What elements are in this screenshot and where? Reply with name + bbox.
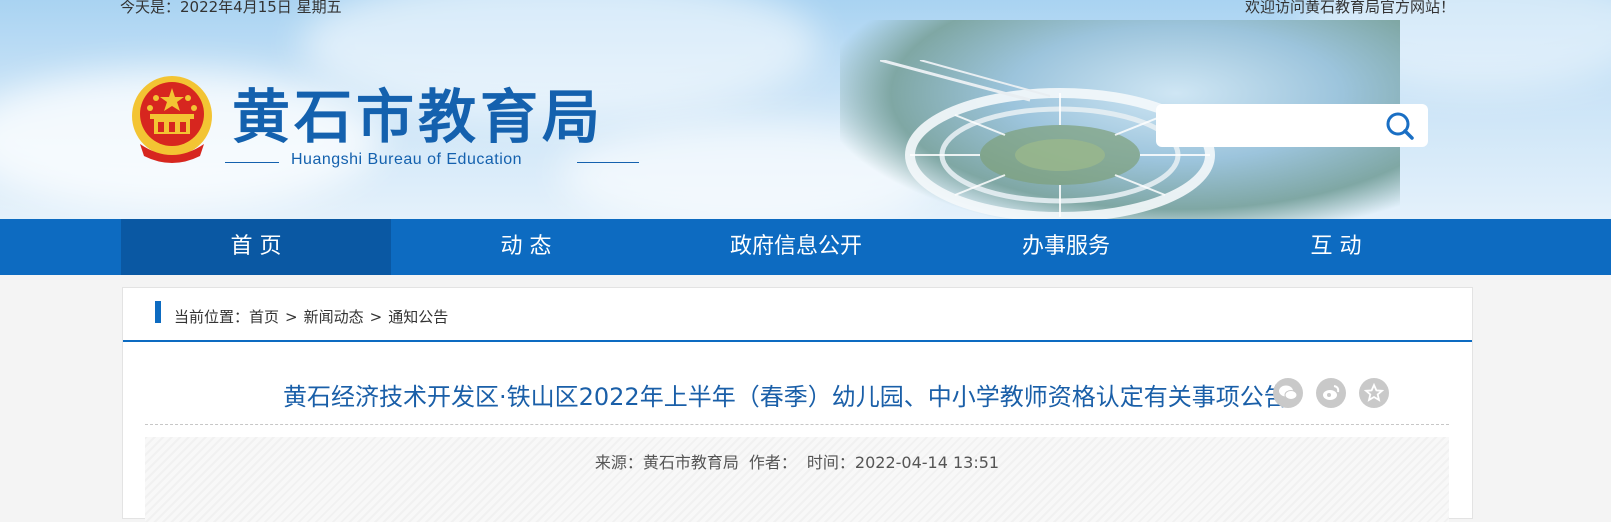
- article-source: 来源：黄石市教育局: [594, 453, 739, 472]
- subtitle-divider: [577, 162, 639, 163]
- nav-item-services[interactable]: 办事服务: [931, 219, 1201, 275]
- article-title: 黄石经济技术开发区·铁山区2022年上半年（春季）幼儿园、中小学教师资格认定有关…: [283, 383, 1288, 411]
- breadcrumb-separator: >: [285, 308, 298, 326]
- welcome-message: 欢迎访问黄石教育局官方网站！: [1245, 0, 1456, 16]
- favorite-star-icon: [1364, 383, 1384, 402]
- favorite-button[interactable]: [1359, 378, 1389, 408]
- article-author: 作者：: [748, 453, 797, 472]
- nav-items: 首 页 动 态 政府信息公开 办事服务 互 动: [121, 219, 1471, 275]
- current-date: 今天是：2022年4月15日 星期五: [120, 0, 342, 16]
- breadcrumb-link-news[interactable]: 新闻动态: [304, 308, 364, 326]
- breadcrumb-marker: [155, 301, 161, 323]
- site-subtitle-row: Huangshi Bureau of Education: [225, 151, 645, 173]
- site-subtitle: Huangshi Bureau of Education: [291, 151, 523, 168]
- wechat-icon: [1279, 385, 1298, 400]
- share-weibo-button[interactable]: [1316, 378, 1346, 408]
- search-button[interactable]: [1380, 108, 1420, 144]
- search-box: [1156, 104, 1428, 147]
- breadcrumb-link-notices[interactable]: 通知公告: [388, 308, 448, 326]
- site-title[interactable]: 黄石市教育局: [232, 70, 604, 154]
- nav-item-news[interactable]: 动 态: [391, 219, 661, 275]
- breadcrumb-link-home[interactable]: 首页: [249, 308, 279, 326]
- header-banner: 今天是：2022年4月15日 星期五 欢迎访问黄石教育局官方网站！ 黄石市教育局…: [0, 0, 1611, 219]
- nav-item-gov-info[interactable]: 政府信息公开: [661, 219, 931, 275]
- search-input[interactable]: [1164, 110, 1378, 142]
- national-emblem-icon[interactable]: [130, 74, 214, 164]
- weibo-icon: [1323, 385, 1340, 400]
- article-meta-bar: 来源：黄石市教育局 作者： 时间：2022-04-14 13:51: [145, 437, 1449, 522]
- article-meta: 来源：黄石市教育局 作者： 时间：2022-04-14 13:51: [145, 449, 1449, 473]
- breadcrumb: 当前位置：首页 > 新闻动态 > 通知公告: [174, 306, 448, 327]
- search-icon: [1386, 112, 1414, 140]
- share-wechat-button[interactable]: [1273, 378, 1303, 408]
- breadcrumb-separator: >: [369, 308, 383, 326]
- breadcrumb-prefix: 当前位置：: [174, 308, 250, 326]
- article-time: 时间：2022-04-14 13:51: [806, 453, 1000, 472]
- nav-item-home[interactable]: 首 页: [121, 219, 391, 275]
- content-panel: 当前位置：首页 > 新闻动态 > 通知公告 黄石经济技术开发区·铁山区2022年上半年（…: [122, 287, 1473, 522]
- main-nav: 首 页 动 态 政府信息公开 办事服务 互 动: [0, 219, 1611, 275]
- breadcrumb-bar: 当前位置：首页 > 新闻动态 > 通知公告: [123, 288, 1472, 342]
- title-divider: [145, 424, 1449, 425]
- subtitle-divider: [225, 162, 279, 163]
- nav-item-interaction[interactable]: 互 动: [1201, 219, 1471, 275]
